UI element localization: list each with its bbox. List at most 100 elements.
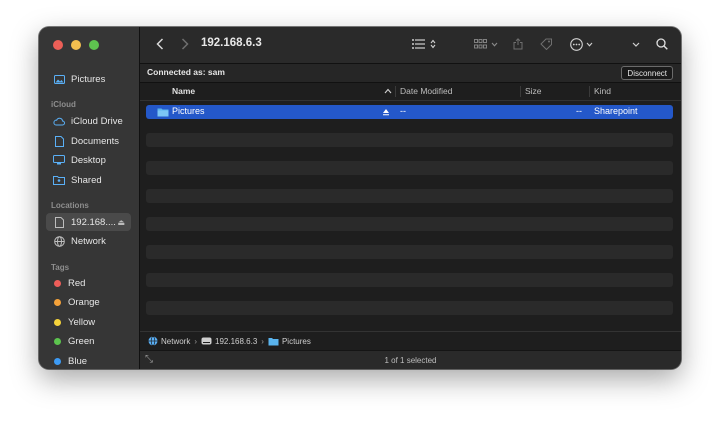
back-button[interactable]: [152, 35, 168, 53]
sort-ascending-icon: [384, 88, 392, 94]
sidebar-tag-blue[interactable]: Blue: [46, 352, 131, 369]
zoom-window-button[interactable]: [89, 40, 99, 50]
path-bar: Network › 192.168.6.3 › Pictures: [140, 331, 681, 350]
minimize-window-button[interactable]: [71, 40, 81, 50]
traffic-lights: [53, 40, 99, 50]
column-header: Name Date Modified Size Kind: [140, 83, 681, 101]
chevron-down-icon: [632, 42, 640, 47]
empty-row-stripe: [146, 217, 673, 231]
pictures-folder-icon: [157, 108, 169, 117]
chevron-down-icon: [491, 42, 498, 47]
tag-color-dot: [54, 357, 61, 365]
ellipsis-circle-icon: [569, 37, 583, 51]
globe-icon: [52, 235, 66, 247]
row-size: --: [576, 106, 582, 116]
window-title: 192.168.6.3: [201, 37, 262, 49]
sidebar-item-label: Orange: [68, 296, 100, 308]
row-kind: Sharepoint: [594, 106, 638, 116]
sidebar-tag-red[interactable]: Red: [46, 274, 131, 292]
row-name: Pictures: [172, 106, 205, 116]
eject-icon[interactable]: ⏏: [117, 218, 125, 227]
sidebar-item-label: Desktop: [71, 154, 106, 166]
sidebar: Pictures iCloud iCloud Drive Documents D…: [39, 27, 140, 369]
forward-button[interactable]: [177, 35, 193, 53]
tag-icon: [539, 38, 552, 50]
tag-color-dot: [54, 298, 61, 306]
path-chevron-icon: ›: [261, 336, 264, 346]
selection-status: 1 of 1 selected: [384, 356, 437, 365]
more-actions-button[interactable]: [568, 35, 594, 53]
list-view-icon: [412, 39, 425, 49]
path-segment-server[interactable]: 192.168.6.3: [201, 337, 257, 346]
search-button[interactable]: [654, 35, 670, 53]
sidebar-tag-green[interactable]: Green: [46, 332, 131, 350]
empty-row-stripe: [146, 189, 673, 203]
sidebar-item-label: Documents: [71, 135, 120, 147]
close-window-button[interactable]: [53, 40, 63, 50]
search-icon: [656, 38, 668, 50]
sidebar-tag-orange[interactable]: Orange: [46, 293, 131, 311]
tag-color-dot: [54, 279, 61, 287]
row-date-modified: --: [400, 106, 406, 116]
empty-row-stripe: [146, 245, 673, 259]
group-button[interactable]: [473, 35, 499, 53]
column-separator[interactable]: [520, 86, 521, 97]
column-header-date-modified[interactable]: Date Modified: [400, 86, 452, 96]
column-separator[interactable]: [589, 86, 590, 97]
sidebar-item-icloud-drive[interactable]: iCloud Drive: [46, 112, 131, 130]
server-icon: [201, 337, 212, 345]
sidebar-section-locations: Locations: [51, 201, 89, 210]
pictures-folder-icon: [52, 74, 66, 84]
column-header-name[interactable]: Name: [172, 86, 195, 96]
disconnect-button[interactable]: Disconnect: [621, 66, 673, 80]
column-header-size[interactable]: Size: [525, 86, 542, 96]
sidebar-item-network[interactable]: Network: [46, 232, 131, 250]
sidebar-item-label: 192.168....: [71, 216, 116, 228]
path-segment-label: 192.168.6.3: [215, 336, 258, 346]
view-mode-list-button[interactable]: [410, 35, 438, 53]
path-chevron-icon: ›: [194, 336, 198, 346]
sidebar-section-icloud: iCloud: [51, 100, 76, 109]
sidebar-item-desktop[interactable]: Desktop: [46, 151, 131, 169]
share-icon: [513, 38, 523, 50]
sidebar-item-label: Blue: [68, 355, 88, 367]
sidebar-item-label: iCloud Drive: [71, 115, 123, 127]
column-separator[interactable]: [395, 86, 396, 97]
toolbar: 192.168.6.3: [140, 27, 681, 64]
eject-icon: [383, 109, 389, 116]
status-bar: ⤡ 1 of 1 selected: [140, 350, 681, 369]
empty-row-stripe: [146, 161, 673, 175]
sidebar-item-label: Yellow: [68, 316, 96, 328]
grid-group-icon: [474, 39, 487, 49]
sidebar-section-tags: Tags: [51, 263, 70, 272]
empty-row-stripe: [146, 273, 673, 287]
toolbar-overflow-button[interactable]: [630, 35, 642, 53]
path-segment-network[interactable]: Network: [148, 336, 190, 346]
connection-bar: Connected as: sam Disconnect: [140, 64, 681, 83]
tag-color-dot: [54, 337, 61, 345]
pictures-folder-icon: [268, 337, 279, 345]
server-icon: [52, 216, 66, 228]
sidebar-tag-yellow[interactable]: Yellow: [46, 313, 131, 331]
sidebar-item-label: Pictures: [71, 73, 106, 85]
sidebar-item-label: Shared: [71, 174, 102, 186]
tag-color-dot: [54, 318, 61, 326]
sidebar-item-label: Red: [68, 277, 86, 289]
column-header-kind[interactable]: Kind: [594, 86, 611, 96]
table-row[interactable]: Pictures -- -- Sharepoint: [146, 105, 673, 119]
cloud-icon: [52, 117, 66, 126]
share-button[interactable]: [511, 35, 525, 53]
empty-row-stripe: [146, 301, 673, 315]
sidebar-item-shared[interactable]: Shared: [46, 171, 131, 189]
chevron-updown-icon: [430, 39, 436, 49]
path-segment-pictures[interactable]: Pictures: [268, 337, 311, 346]
shared-folder-icon: [52, 175, 66, 185]
globe-icon: [148, 336, 158, 346]
sidebar-item-pictures[interactable]: Pictures: [46, 70, 131, 88]
sidebar-item-documents[interactable]: Documents: [46, 132, 131, 150]
sidebar-item-server[interactable]: 192.168.... ⏏: [46, 213, 131, 231]
tags-button[interactable]: [538, 35, 554, 53]
path-segment-label: Pictures: [281, 336, 311, 346]
chevron-right-icon: [181, 38, 189, 50]
sidebar-item-label: Green: [68, 335, 95, 347]
